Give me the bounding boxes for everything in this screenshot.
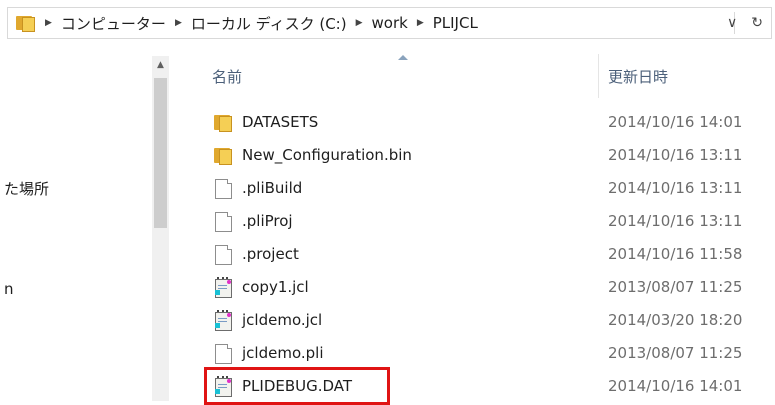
chevron-right-icon[interactable]: ▶ (417, 18, 424, 28)
nav-item-recent-places[interactable]: た場所 (4, 178, 49, 199)
chevron-right-icon[interactable]: ▶ (356, 18, 363, 28)
sort-ascending-icon (398, 55, 408, 60)
file-name: jcldemo.pli (242, 344, 324, 362)
file-row-copy1-jcl[interactable]: copy1.jcl 2013/08/07 11:25 (176, 271, 775, 304)
file-row-jcldemo-jcl[interactable]: jcldemo.jcl 2014/03/20 18:20 (176, 304, 775, 337)
file-row-plibuild[interactable]: .pliBuild 2014/10/16 13:11 (176, 172, 775, 205)
folder-icon (16, 16, 35, 32)
file-row-datasets[interactable]: DATASETS 2014/10/16 14:01 (176, 106, 775, 139)
navigation-pane: た場所 n ▲ (0, 46, 176, 401)
column-header-date-modified[interactable]: 更新日時 (608, 66, 668, 87)
file-name: jcldemo.jcl (242, 311, 323, 329)
address-bar-area: ▶ コンピューター ▶ ローカル ディスク (C:) ▶ work ▶ PLIJ… (0, 0, 775, 46)
column-header-name[interactable]: 名前 (212, 66, 242, 87)
file-name: .pliProj (242, 212, 293, 230)
file-date: 2014/10/16 11:58 (608, 245, 743, 263)
file-list: 名前 更新日時 DATASETS 2014/10/16 14:01 New_Co… (176, 46, 775, 405)
address-bar[interactable]: ▶ コンピューター ▶ ローカル ディスク (C:) ▶ work ▶ PLIJ… (7, 7, 772, 39)
file-icon (214, 212, 232, 232)
breadcrumb-local-disk[interactable]: ローカル ディスク (C:) (191, 13, 347, 34)
folder-icon (214, 113, 232, 133)
file-row-pliproj[interactable]: .pliProj 2014/10/16 13:11 (176, 205, 775, 238)
breadcrumb-plijcl[interactable]: PLIJCL (433, 14, 478, 32)
scroll-up-icon[interactable]: ▲ (152, 56, 169, 74)
chevron-right-icon[interactable]: ▶ (45, 18, 52, 28)
file-date: 2013/08/07 11:25 (608, 344, 743, 362)
file-name: New_Configuration.bin (242, 146, 412, 164)
file-date: 2013/08/07 11:25 (608, 278, 743, 296)
file-row-plidebug-dat[interactable]: PLIDEBUG.DAT 2014/10/16 14:01 (176, 367, 775, 405)
breadcrumb-computer[interactable]: コンピューター (61, 13, 166, 34)
file-date: 2014/10/16 13:11 (608, 212, 743, 230)
column-header-row: 名前 更新日時 (176, 46, 775, 106)
breadcrumb: ▶ コンピューター ▶ ローカル ディスク (C:) ▶ work ▶ PLIJ… (16, 8, 478, 38)
notepad-file-icon (214, 310, 232, 331)
file-date: 2014/10/16 13:11 (608, 179, 743, 197)
file-date: 2014/10/16 14:01 (608, 113, 743, 131)
file-name: .pliBuild (242, 179, 303, 197)
file-date: 2014/10/16 14:01 (608, 377, 743, 395)
file-row-project[interactable]: .project 2014/10/16 11:58 (176, 238, 775, 271)
highlight-box (204, 367, 390, 405)
scrollbar-thumb[interactable] (154, 78, 167, 228)
address-dropdown-icon[interactable]: ∨ (727, 15, 737, 31)
nav-scrollbar[interactable]: ▲ (152, 56, 169, 401)
folder-icon (214, 146, 232, 166)
file-name: copy1.jcl (242, 278, 309, 296)
chevron-right-icon[interactable]: ▶ (175, 18, 182, 28)
file-icon (214, 245, 232, 265)
file-date: 2014/10/16 13:11 (608, 146, 743, 164)
notepad-file-icon (214, 277, 232, 298)
file-name: .project (242, 245, 299, 263)
nav-item[interactable]: n (4, 280, 14, 298)
file-name: DATASETS (242, 113, 319, 131)
file-icon (214, 344, 232, 364)
refresh-icon[interactable]: ↻ (751, 15, 763, 31)
file-icon (214, 179, 232, 199)
file-row-jcldemo-pli[interactable]: jcldemo.pli 2013/08/07 11:25 (176, 337, 775, 370)
breadcrumb-work[interactable]: work (372, 14, 408, 32)
column-divider[interactable] (598, 54, 599, 98)
file-date: 2014/03/20 18:20 (608, 311, 743, 329)
file-row-new-configuration[interactable]: New_Configuration.bin 2014/10/16 13:11 (176, 139, 775, 172)
